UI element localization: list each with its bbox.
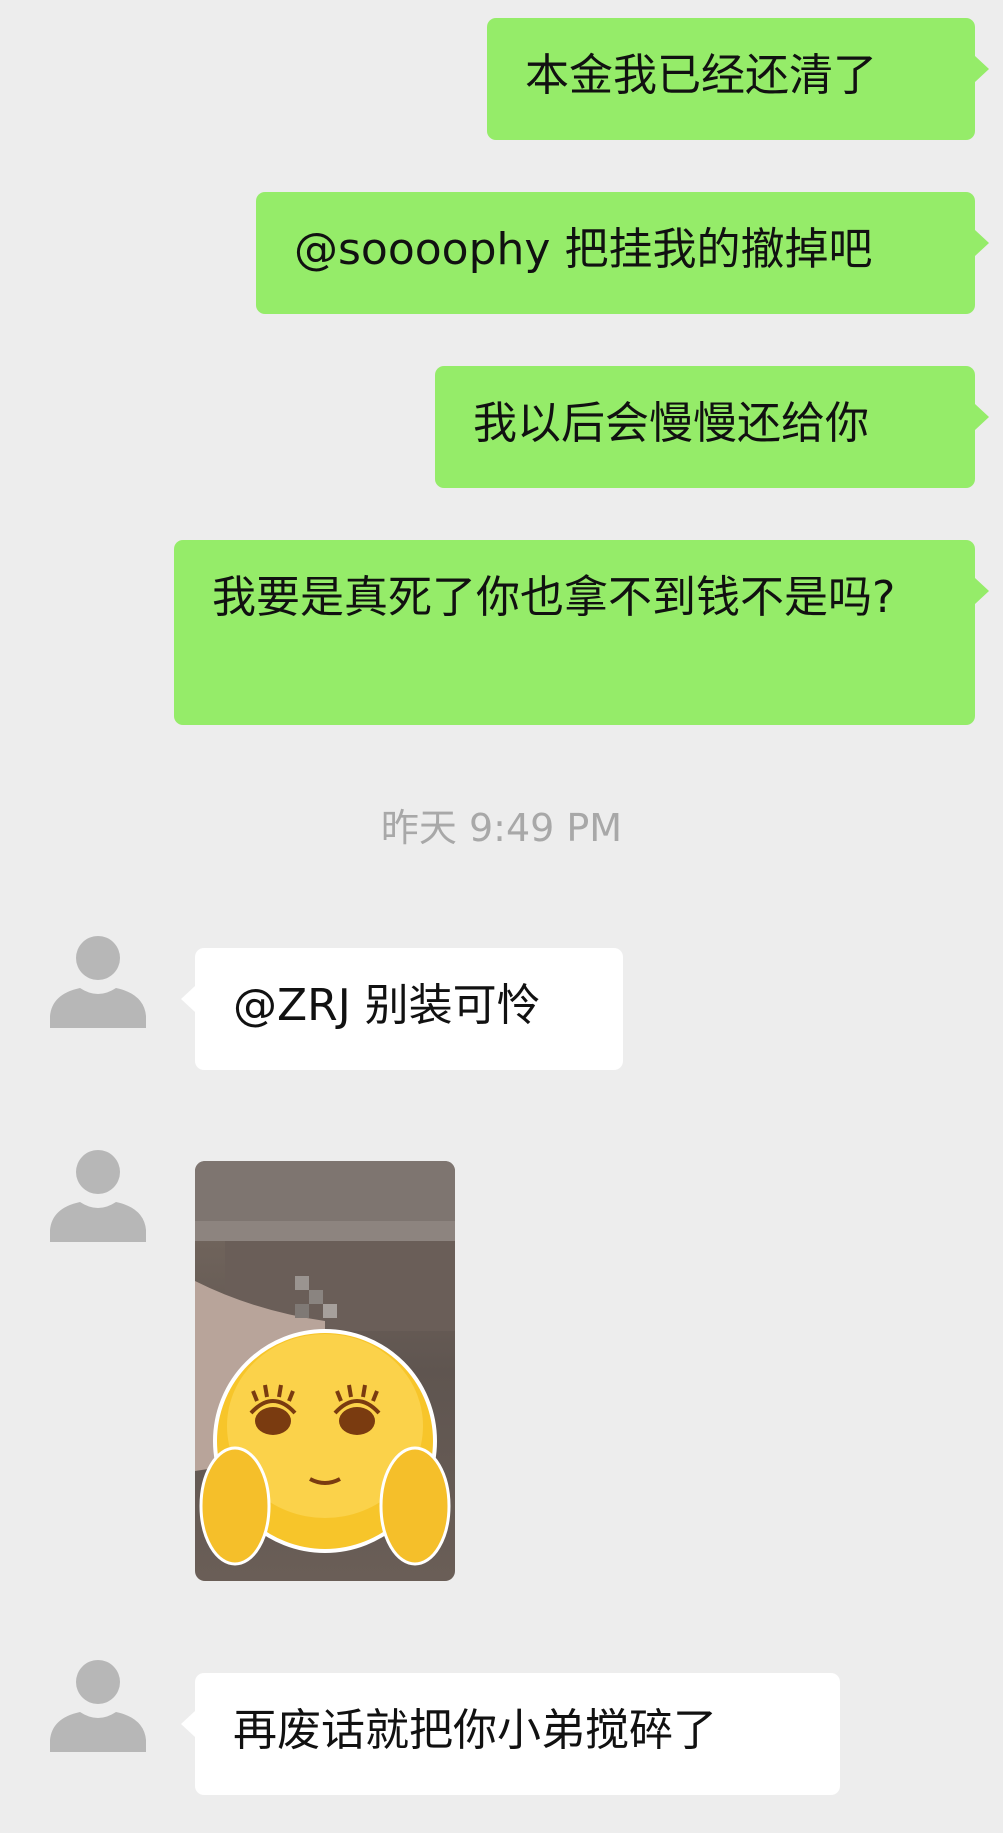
message-text: 本金我已经还清了: [525, 50, 877, 101]
outgoing-message-bubble[interactable]: @soooophy 把挂我的撤掉吧: [256, 192, 989, 314]
default-avatar-icon[interactable]: [48, 1142, 148, 1242]
outgoing-message-bubble[interactable]: 本金我已经还清了: [487, 18, 989, 140]
message-text: @ZRJ 别装可怜: [233, 980, 541, 1031]
outgoing-message-bubble[interactable]: 我以后会慢慢还给你: [435, 366, 989, 488]
sticker-image[interactable]: [195, 1161, 455, 1581]
default-avatar-icon[interactable]: [48, 928, 148, 1028]
default-avatar-icon[interactable]: [48, 1652, 148, 1752]
message-timestamp: 昨天 9:49 PM: [380, 806, 623, 850]
smiling-face-sticker-icon: [195, 1161, 455, 1566]
incoming-message-bubble[interactable]: 再废话就把你小弟搅碎了: [181, 1673, 840, 1795]
incoming-message-bubble[interactable]: @ZRJ 别装可怜: [181, 948, 623, 1070]
message-text: 我以后会慢慢还给你: [473, 398, 869, 449]
message-text: 再废话就把你小弟搅碎了: [233, 1705, 717, 1756]
message-text: @soooophy 把挂我的撤掉吧: [294, 224, 873, 275]
message-text: 我要是真死了你也拿不到钱不是吗?: [212, 572, 896, 623]
outgoing-message-bubble[interactable]: 我要是真死了你也拿不到钱不是吗?: [174, 540, 989, 725]
